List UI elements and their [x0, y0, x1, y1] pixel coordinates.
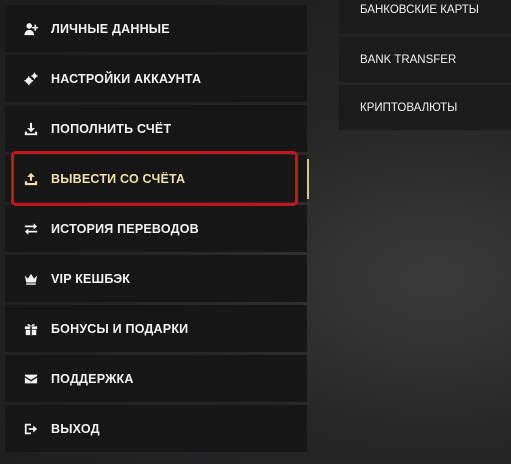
gears-icon	[24, 72, 38, 86]
sidebar-item-label: ВЫХОД	[51, 421, 100, 436]
sidebar-item-label: ВЫВЕСТИ СО СЧЁТА	[51, 171, 186, 186]
sidebar-item-personal-data[interactable]: ЛИЧНЫЕ ДАННЫЕ	[5, 5, 307, 52]
withdraw-methods-list: БАНКОВСКИЕ КАРТЫ BANK TRANSFER КРИПТОВАЛ…	[339, 0, 511, 133]
method-label: БАНКОВСКИЕ КАРТЫ	[360, 4, 479, 16]
method-crypto[interactable]: КРИПТОВАЛЮТЫ	[339, 85, 511, 130]
sidebar-item-label: ПОПОЛНИТЬ СЧЁТ	[51, 121, 172, 136]
sidebar-item-logout[interactable]: ВЫХОД	[5, 405, 307, 452]
envelope-icon	[24, 372, 38, 386]
account-sidebar: ЛИЧНЫЕ ДАННЫЕ НАСТРОЙКИ АККАУНТА ПОПОЛНИ…	[5, 5, 309, 455]
method-bank-transfer[interactable]: BANK TRANSFER	[339, 37, 511, 82]
method-label: КРИПТОВАЛЮТЫ	[360, 101, 458, 114]
method-label: BANK TRANSFER	[360, 53, 457, 66]
sidebar-item-label: ЛИЧНЫЕ ДАННЫЕ	[51, 21, 170, 36]
sidebar-item-account-settings[interactable]: НАСТРОЙКИ АККАУНТА	[5, 55, 307, 102]
sidebar-item-withdraw[interactable]: ВЫВЕСТИ СО СЧЁТА	[5, 155, 309, 202]
withdraw-page: ЛИЧНЫЕ ДАННЫЕ НАСТРОЙКИ АККАУНТА ПОПОЛНИ…	[0, 0, 511, 464]
user-plus-icon	[24, 22, 38, 36]
crown-icon	[24, 272, 38, 286]
logout-icon	[24, 422, 38, 436]
sidebar-item-bonuses[interactable]: БОНУСЫ И ПОДАРКИ	[5, 305, 307, 352]
sidebar-item-support[interactable]: ПОДДЕРЖКА	[5, 355, 307, 402]
sidebar-item-vip-cashback[interactable]: VIP КЕШБЭК	[5, 255, 307, 302]
sidebar-item-label: VIP КЕШБЭК	[51, 271, 131, 286]
sidebar-item-deposit[interactable]: ПОПОЛНИТЬ СЧЁТ	[5, 105, 307, 152]
upload-icon	[24, 172, 38, 186]
gift-icon	[24, 322, 38, 336]
download-icon	[24, 122, 38, 136]
active-indicator	[307, 159, 309, 199]
sidebar-item-label: БОНУСЫ И ПОДАРКИ	[51, 321, 189, 336]
sidebar-item-label: ПОДДЕРЖКА	[51, 371, 134, 386]
sidebar-item-label: НАСТРОЙКИ АККАУНТА	[51, 71, 202, 86]
transfer-arrows-icon	[24, 222, 38, 236]
sidebar-item-transfer-history[interactable]: ИСТОРИЯ ПЕРЕВОДОВ	[5, 205, 307, 252]
method-bank-cards[interactable]: БАНКОВСКИЕ КАРТЫ	[339, 0, 511, 34]
sidebar-item-label: ИСТОРИЯ ПЕРЕВОДОВ	[51, 221, 199, 236]
